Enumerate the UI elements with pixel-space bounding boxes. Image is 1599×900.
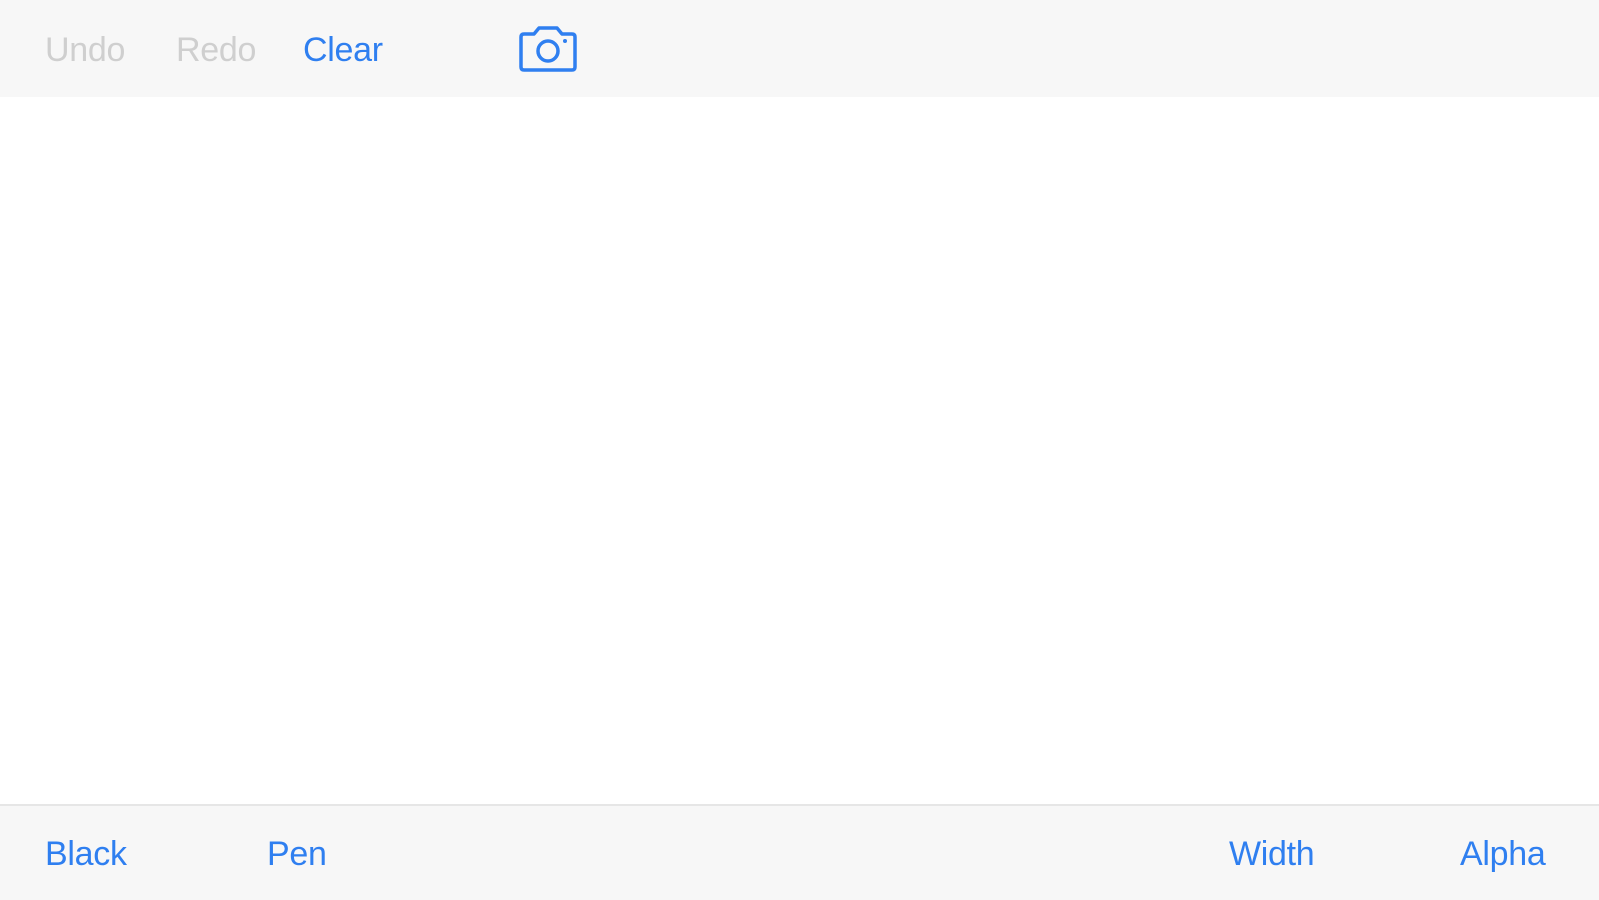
tool-button[interactable]: Pen [267, 834, 327, 874]
redo-button[interactable]: Redo [176, 30, 256, 70]
top-toolbar: Undo Redo Clear [0, 0, 1599, 97]
color-button[interactable]: Black [45, 834, 127, 874]
camera-icon[interactable] [517, 24, 579, 74]
drawing-canvas[interactable] [0, 97, 1599, 804]
clear-button[interactable]: Clear [303, 30, 383, 70]
alpha-button[interactable]: Alpha [1460, 834, 1546, 874]
undo-button[interactable]: Undo [45, 30, 125, 70]
width-button[interactable]: Width [1229, 834, 1315, 874]
drawing-app: Undo Redo Clear Black Pen Width Alpha [0, 0, 1599, 900]
bottom-toolbar: Black Pen Width Alpha [0, 804, 1599, 900]
